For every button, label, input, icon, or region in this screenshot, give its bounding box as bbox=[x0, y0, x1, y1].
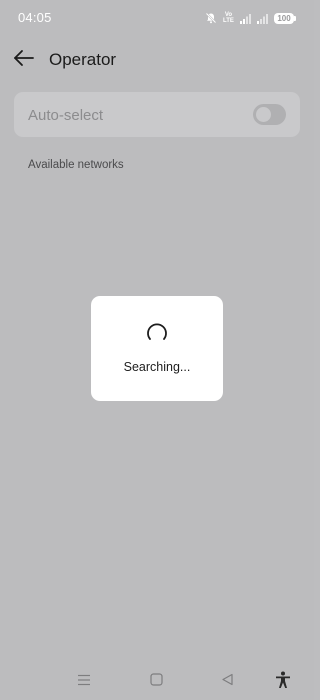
signal-icon bbox=[240, 13, 252, 24]
back-nav-button[interactable] bbox=[215, 670, 239, 694]
status-bar: 04:05 Vo LTE 100 bbox=[0, 0, 314, 36]
bell-off-icon bbox=[205, 12, 217, 24]
navigation-bar bbox=[0, 664, 314, 700]
auto-select-row[interactable]: Auto-select bbox=[14, 92, 300, 137]
auto-select-label: Auto-select bbox=[28, 107, 104, 124]
page-title: Operator bbox=[49, 50, 117, 69]
accessibility-icon bbox=[275, 671, 291, 694]
volte-icon: Vo LTE bbox=[223, 12, 234, 24]
auto-select-toggle[interactable] bbox=[253, 104, 286, 125]
app-bar: Operator bbox=[0, 40, 314, 80]
toggle-knob bbox=[256, 107, 271, 122]
searching-dialog: Searching... bbox=[91, 296, 223, 401]
status-time: 04:05 bbox=[18, 10, 52, 25]
home-button[interactable] bbox=[144, 670, 168, 694]
signal-icon bbox=[257, 13, 269, 24]
battery-icon: 100 bbox=[274, 12, 296, 24]
menu-icon bbox=[77, 673, 91, 691]
status-icons: Vo LTE 100 bbox=[205, 10, 296, 26]
back-triangle-icon bbox=[221, 673, 234, 691]
home-icon bbox=[149, 673, 163, 691]
operator-screen: 04:05 Vo LTE 100 Operator Auto-select Av… bbox=[0, 0, 314, 700]
back-button[interactable] bbox=[10, 46, 38, 74]
accessibility-button[interactable] bbox=[271, 670, 295, 694]
available-networks-label: Available networks bbox=[28, 159, 124, 171]
searching-text: Searching... bbox=[123, 360, 191, 374]
recents-button[interactable] bbox=[72, 670, 96, 694]
arrow-left-icon bbox=[13, 49, 35, 72]
spinner-icon bbox=[144, 320, 170, 351]
